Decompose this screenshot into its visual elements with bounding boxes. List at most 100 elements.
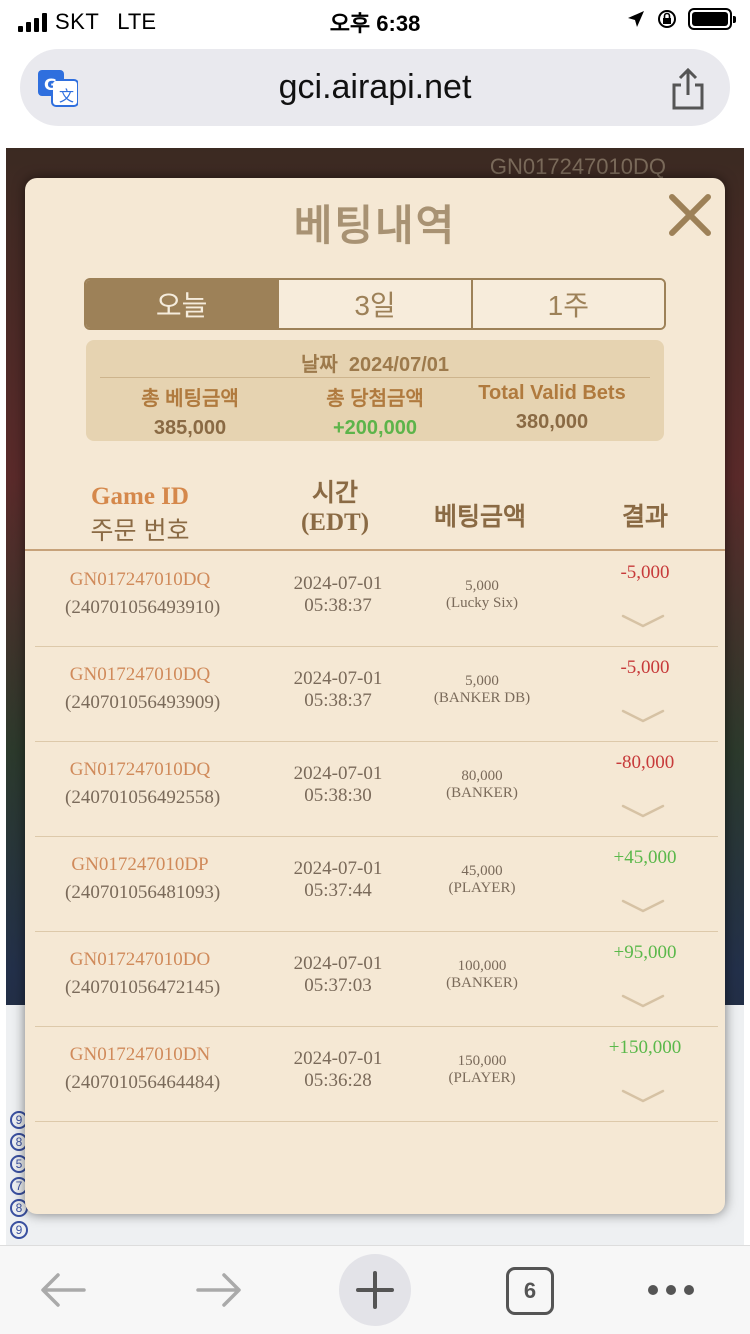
chevron-down-icon[interactable] bbox=[621, 897, 665, 915]
time-cell: 2024-07-01 05:36:28 bbox=[283, 1048, 393, 1092]
result-value: +45,000 bbox=[613, 847, 677, 868]
bet-history-list: GN017247010DQ (240701056493910) 2024-07-01… bbox=[35, 552, 718, 1122]
amount-cell: 5,000 (BANKER DB) bbox=[417, 673, 547, 707]
game-id: GN017247010DQ bbox=[69, 759, 211, 780]
header-result: 결과 bbox=[621, 503, 668, 531]
summary-panel: 날짜 2024/07/01 총 베팅금액 385,000 총 당첨금액 +200… bbox=[86, 340, 664, 441]
game-id-cell: GN017247010DQ (240701056493910) bbox=[65, 569, 221, 619]
svg-text:G: G bbox=[44, 75, 57, 94]
game-id: GN017247010DP bbox=[71, 854, 209, 875]
chevron-down-icon[interactable] bbox=[621, 992, 665, 1010]
game-id: GN017247010DO bbox=[69, 949, 211, 970]
bet-date: 2024-07-01 bbox=[293, 858, 383, 879]
share-icon[interactable] bbox=[668, 67, 708, 111]
orientation-lock-icon bbox=[658, 10, 676, 28]
bet-type: (PLAYER) bbox=[448, 880, 516, 896]
bet-type: (BANKER) bbox=[446, 975, 518, 991]
location-arrow-icon bbox=[628, 11, 644, 27]
time-cell: 2024-07-01 05:37:44 bbox=[283, 858, 393, 902]
chevron-down-icon[interactable] bbox=[621, 707, 665, 725]
total-valid-column: Total Valid Bets 380,000 bbox=[456, 382, 648, 434]
total-valid-value: 380,000 bbox=[515, 411, 589, 433]
total-bet-value: 385,000 bbox=[153, 417, 227, 439]
chevron-down-icon[interactable] bbox=[621, 1087, 665, 1105]
signal-icon bbox=[18, 12, 47, 32]
chevron-down-icon[interactable] bbox=[621, 802, 665, 820]
total-valid-label: Total Valid Bets bbox=[478, 382, 626, 404]
total-win-column: 총 당첨금액 +200,000 bbox=[279, 382, 471, 440]
order-number: (240701056481093) bbox=[65, 882, 221, 903]
tab-switcher-button[interactable]: 6 bbox=[506, 1267, 554, 1315]
bet-date: 2024-07-01 bbox=[293, 763, 383, 784]
tab-1-week[interactable]: 1주 bbox=[472, 280, 664, 328]
back-arrow-icon[interactable] bbox=[40, 1272, 86, 1308]
address-bar[interactable]: G 文 gci.airapi.net bbox=[20, 49, 730, 126]
bet-date: 2024-07-01 bbox=[293, 668, 383, 689]
url-text[interactable]: gci.airapi.net bbox=[279, 68, 472, 107]
browser-toolbar: 6 bbox=[0, 1245, 750, 1334]
table-row[interactable]: GN017247010DN (240701056464484) 2024-07-01… bbox=[35, 1027, 718, 1122]
table-row[interactable]: GN017247010DP (240701056481093) 2024-07-01… bbox=[35, 837, 718, 932]
tab-3-days[interactable]: 3일 bbox=[279, 280, 473, 328]
background-game-id: GN017247010DQ bbox=[489, 154, 666, 179]
amount-cell: 80,000 (BANKER) bbox=[417, 768, 547, 802]
order-number: (240701056464484) bbox=[65, 1072, 221, 1093]
game-id-cell: GN017247010DP (240701056481093) bbox=[65, 854, 221, 904]
bet-amount: 100,000 bbox=[457, 958, 507, 974]
bet-amount: 5,000 bbox=[465, 673, 499, 689]
date-value: 2024/07/01 bbox=[348, 354, 450, 376]
bet-time: 05:37:44 bbox=[304, 880, 372, 901]
table-row[interactable]: GN017247010DQ (240701056493909) 2024-07-01… bbox=[35, 647, 718, 742]
bet-time: 05:38:37 bbox=[304, 690, 372, 711]
header-order-no-label: 주문 번호 bbox=[90, 517, 190, 545]
header-amount: 베팅금액 bbox=[433, 503, 526, 531]
time-cell: 2024-07-01 05:38:37 bbox=[283, 573, 393, 617]
bet-time: 05:37:03 bbox=[304, 975, 372, 996]
modal-title: 베팅내역 bbox=[293, 202, 457, 249]
svg-text:文: 文 bbox=[59, 87, 74, 105]
translate-icon[interactable]: G 文 bbox=[38, 68, 78, 108]
total-bet-column: 총 베팅금액 385,000 bbox=[94, 382, 286, 440]
result-value: -5,000 bbox=[620, 562, 670, 583]
time-cell: 2024-07-01 05:38:37 bbox=[283, 668, 393, 712]
new-tab-button[interactable] bbox=[339, 1254, 411, 1326]
amount-cell: 150,000 (PLAYER) bbox=[417, 1053, 547, 1087]
amount-cell: 100,000 (BANKER) bbox=[417, 958, 547, 992]
table-row[interactable]: GN017247010DQ (240701056492558) 2024-07-01… bbox=[35, 742, 718, 837]
bet-type: (BANKER) bbox=[446, 785, 518, 801]
time-cell: 2024-07-01 05:38:30 bbox=[283, 763, 393, 807]
close-icon[interactable] bbox=[667, 192, 713, 238]
table-row[interactable]: GN017247010DO (240701056472145) 2024-07-01… bbox=[35, 932, 718, 1027]
bet-type: (BANKER DB) bbox=[433, 690, 531, 706]
order-number: (240701056493910) bbox=[65, 597, 221, 618]
order-number: (240701056472145) bbox=[65, 977, 221, 998]
result-value: -5,000 bbox=[620, 657, 670, 678]
bet-type: (PLAYER) bbox=[448, 1070, 516, 1086]
result-value: +95,000 bbox=[613, 942, 677, 963]
date-label: 날짜 bbox=[300, 354, 338, 376]
period-tabs: 오늘 3일 1주 bbox=[84, 278, 666, 330]
more-menu-icon[interactable] bbox=[648, 1280, 696, 1300]
order-number: (240701056493909) bbox=[65, 692, 221, 713]
forward-arrow-icon[interactable] bbox=[196, 1272, 242, 1308]
game-id-cell: GN017247010DN (240701056464484) bbox=[65, 1044, 221, 1094]
carrier-name: SKT bbox=[55, 9, 100, 34]
game-id: GN017247010DQ bbox=[69, 664, 211, 685]
result-value: +150,000 bbox=[608, 1037, 682, 1058]
total-bet-label: 총 베팅금액 bbox=[141, 388, 239, 410]
header-game-id: Game ID 주문 번호 bbox=[65, 483, 215, 547]
game-id: GN017247010DQ bbox=[69, 569, 211, 590]
bet-amount: 150,000 bbox=[457, 1053, 507, 1069]
table-row[interactable]: GN017247010DQ (240701056493910) 2024-07-01… bbox=[35, 552, 718, 647]
game-id-cell: GN017247010DO (240701056472145) bbox=[65, 949, 221, 999]
bet-time: 05:36:28 bbox=[304, 1070, 372, 1091]
betting-history-modal: 베팅내역 오늘 3일 1주 날짜 2024/07/01 총 베팅금액 385,0… bbox=[25, 178, 725, 1214]
network-type: LTE bbox=[117, 9, 157, 34]
chevron-down-icon[interactable] bbox=[621, 612, 665, 630]
bet-type: (Lucky Six) bbox=[445, 595, 519, 611]
header-time: 시간 (EDT) bbox=[275, 478, 395, 538]
tab-today[interactable]: 오늘 bbox=[86, 280, 280, 328]
header-game-id-label: Game ID bbox=[91, 483, 189, 510]
bet-amount: 5,000 bbox=[465, 578, 499, 594]
time-cell: 2024-07-01 05:37:03 bbox=[283, 953, 393, 997]
